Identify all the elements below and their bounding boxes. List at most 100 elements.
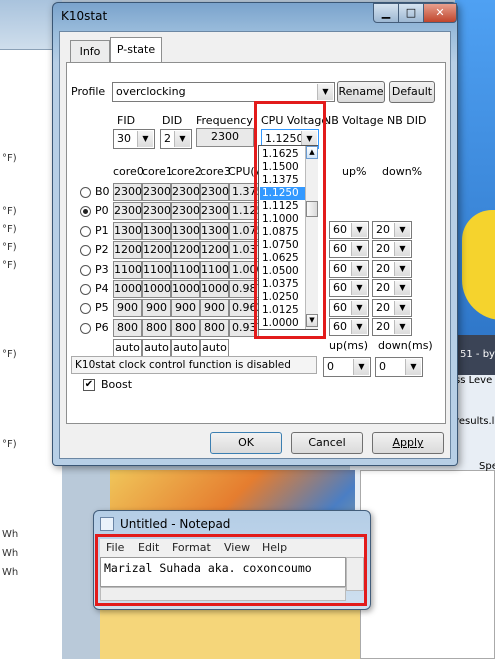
core-frequency-cell[interactable]: 2300: [200, 183, 229, 201]
pstate-name: P0: [95, 204, 109, 218]
core-frequency-cell[interactable]: 1200: [171, 241, 200, 260]
tab-pstate[interactable]: P-state: [110, 37, 162, 63]
core-frequency-cell[interactable]: 2300: [171, 202, 200, 221]
down-percent-select[interactable]: 20 ▼: [372, 240, 412, 259]
core-frequency-cell[interactable]: 1300: [113, 221, 142, 240]
up-percent-value: 60: [333, 223, 347, 236]
core-frequency-cell[interactable]: 2300: [113, 183, 142, 201]
cancel-button[interactable]: Cancel: [291, 432, 363, 454]
pstate-radio-p3[interactable]: [80, 264, 91, 276]
core-frequency-cell[interactable]: 800: [171, 318, 200, 337]
core-header: core3: [200, 165, 231, 178]
pstate-radio-p1[interactable]: [80, 225, 91, 237]
core-frequency-cell[interactable]: 1200: [142, 241, 171, 260]
core-frequency-cell[interactable]: 1200: [113, 241, 142, 260]
pstate-name: P5: [95, 301, 109, 315]
core-header: core0: [113, 165, 144, 178]
core-header: core2: [171, 165, 202, 178]
nb-voltage-header: NB Voltage: [323, 114, 384, 127]
tab-info[interactable]: Info: [70, 40, 110, 62]
up-percent-select[interactable]: 60 ▼: [329, 240, 369, 259]
up-percent-value: 60: [333, 281, 347, 295]
core-frequency-cell[interactable]: 800: [200, 318, 229, 337]
core-frequency-cell[interactable]: 2300: [200, 202, 229, 221]
core-frequency-cell[interactable]: 800: [113, 318, 142, 337]
up-percent-select[interactable]: 60 ▼: [329, 279, 369, 298]
up-percent-value: 60: [333, 320, 347, 333]
default-button[interactable]: Default: [389, 81, 435, 103]
chevron-down-icon: ▼: [317, 84, 333, 100]
profile-label: Profile: [71, 85, 106, 98]
up-percent-value: 60: [333, 261, 347, 275]
up-percent-select[interactable]: 60 ▼: [329, 259, 369, 278]
core-frequency-cell[interactable]: 900: [171, 299, 200, 318]
profile-select[interactable]: overclocking ▼: [112, 82, 335, 102]
core-frequency-cell[interactable]: 1300: [171, 221, 200, 240]
core-frequency-cell[interactable]: 1300: [142, 221, 171, 240]
core-frequency-cell[interactable]: 900: [200, 299, 229, 318]
core-frequency-cell[interactable]: 900: [113, 299, 142, 318]
core-frequency-cell[interactable]: 800: [142, 318, 171, 337]
pstate-radio-b0[interactable]: [80, 187, 91, 198]
down-ms-select[interactable]: 0 ▼: [375, 357, 423, 377]
down-percent-select[interactable]: 20 ▼: [372, 318, 412, 336]
core-frequency-cell[interactable]: 1100: [142, 260, 171, 279]
pstate-radio-p2[interactable]: [80, 245, 91, 257]
rename-button[interactable]: Rename: [337, 81, 385, 103]
chevron-down-icon: ▼: [405, 359, 421, 375]
chevron-down-icon: ▼: [353, 359, 369, 375]
down-percent-select[interactable]: 20 ▼: [372, 279, 412, 298]
notepad-icon: [100, 517, 114, 531]
chevron-down-icon: ▼: [351, 223, 367, 237]
chevron-down-icon: ▼: [351, 261, 367, 276]
maximize-button[interactable]: □: [398, 3, 424, 23]
apply-button[interactable]: Apply: [372, 432, 444, 454]
pstate-radio-p6[interactable]: [80, 322, 91, 334]
up-percent-select[interactable]: 60 ▼: [329, 318, 369, 336]
up-ms-select[interactable]: 0 ▼: [323, 357, 371, 377]
minimize-button[interactable]: ▁: [373, 3, 399, 23]
down-percent-value: 20: [376, 242, 390, 256]
pstate-radio-p0[interactable]: [80, 206, 91, 218]
core-frequency-cell[interactable]: 1100: [200, 260, 229, 279]
core-frequency-cell[interactable]: 1000: [171, 280, 200, 298]
background-list-panel: Spe: [360, 461, 495, 659]
fid-value: 30: [117, 132, 131, 145]
core-frequency-cell[interactable]: 2300: [142, 202, 171, 221]
pstate-radio-p5[interactable]: [80, 303, 91, 315]
core-frequency-cell[interactable]: 1100: [171, 260, 200, 279]
up-percent-header: up%: [342, 165, 367, 178]
pstate-name: P2: [95, 243, 109, 257]
down-percent-select[interactable]: 20 ▼: [372, 259, 412, 278]
window-title: K10stat: [61, 9, 108, 23]
close-button[interactable]: ✕: [423, 3, 457, 23]
up-percent-select[interactable]: 60 ▼: [329, 298, 369, 317]
core-frequency-cell[interactable]: 1100: [113, 260, 142, 279]
chevron-down-icon: ▼: [351, 242, 367, 257]
core-frequency-cell[interactable]: 1300: [200, 221, 229, 240]
core-frequency-cell[interactable]: 2300: [113, 202, 142, 221]
pstate-name: P4: [95, 282, 109, 295]
auto-core2: auto: [171, 339, 200, 357]
core-frequency-cell[interactable]: 1000: [113, 280, 142, 298]
down-percent-select[interactable]: 20 ▼: [372, 221, 412, 239]
core-frequency-cell[interactable]: 900: [142, 299, 171, 318]
down-percent-select[interactable]: 20 ▼: [372, 298, 412, 317]
up-ms-label: up(ms): [329, 339, 368, 352]
core-frequency-cell[interactable]: 1200: [200, 241, 229, 260]
did-select[interactable]: 2 ▼: [160, 129, 192, 149]
up-percent-select[interactable]: 60 ▼: [329, 221, 369, 239]
core-frequency-cell[interactable]: 2300: [171, 183, 200, 201]
auto-core0: auto: [113, 339, 142, 357]
fid-select[interactable]: 30 ▼: [113, 129, 155, 149]
ok-button[interactable]: OK: [210, 432, 282, 454]
core-frequency-cell[interactable]: 1000: [200, 280, 229, 298]
boost-label: Boost: [101, 378, 133, 391]
pstate-name: B0: [95, 185, 110, 198]
frequency-value: 2300: [196, 128, 254, 147]
pstate-radio-p4[interactable]: [80, 284, 91, 295]
core-frequency-cell[interactable]: 2300: [142, 183, 171, 201]
core-frequency-cell[interactable]: 1000: [142, 280, 171, 298]
list-item: Wh: [2, 567, 19, 578]
boost-checkbox[interactable]: ✔: [83, 379, 95, 391]
